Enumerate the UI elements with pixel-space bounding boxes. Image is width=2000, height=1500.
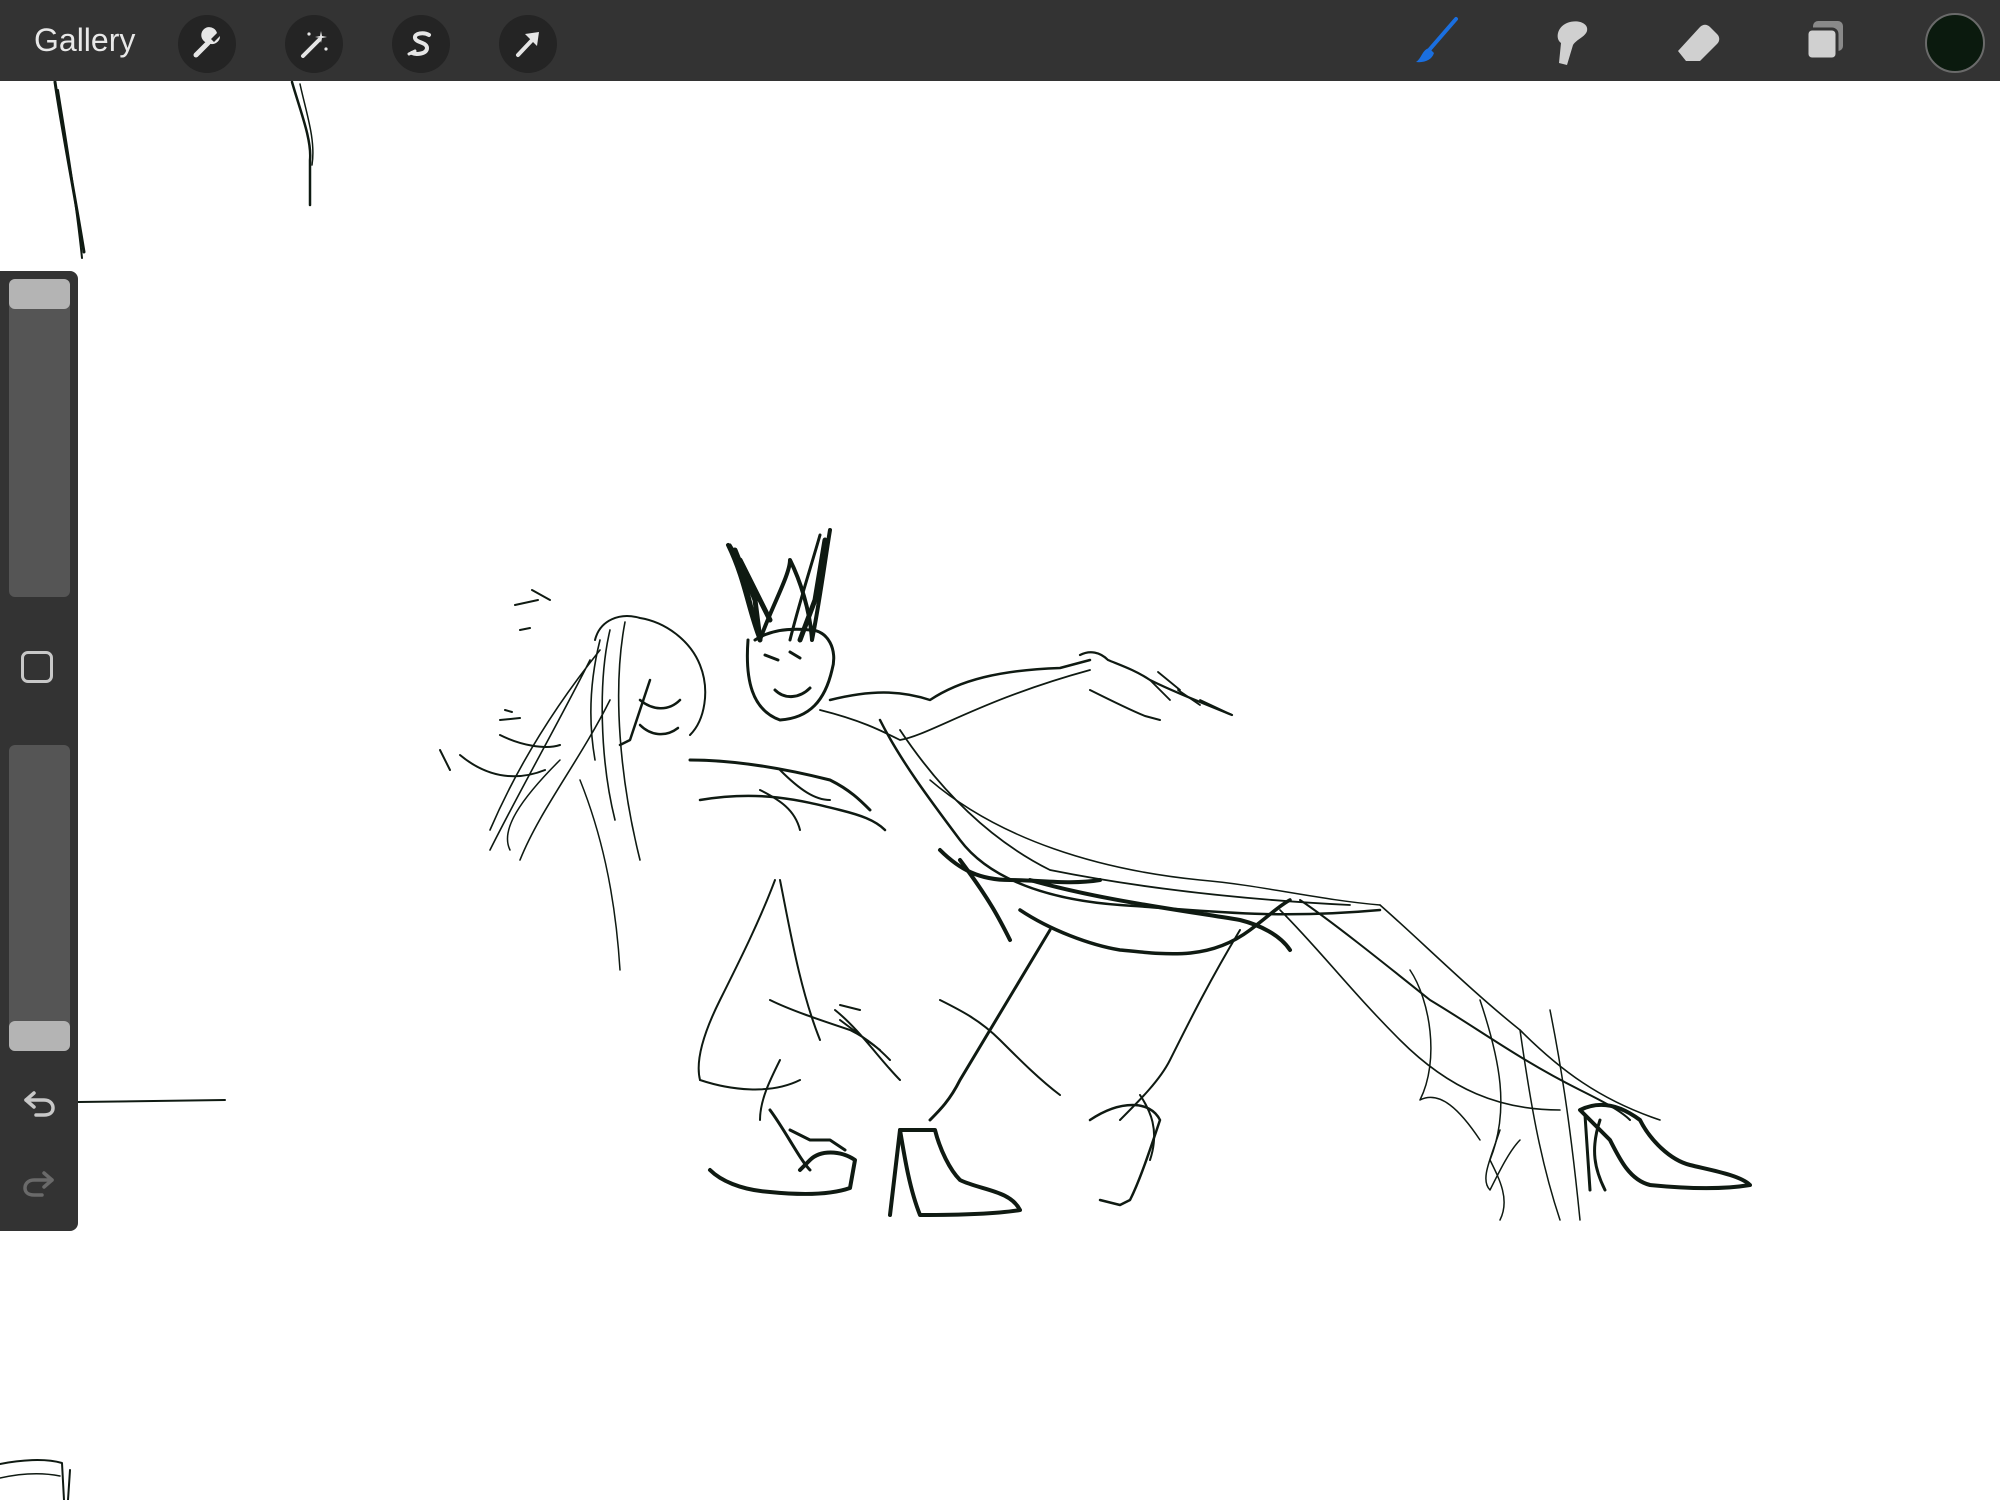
- modify-button-icon[interactable]: [21, 651, 53, 683]
- eraser-tool-button[interactable]: [1669, 12, 1727, 70]
- color-swatch-button[interactable]: [1925, 13, 1985, 73]
- drawing-canvas[interactable]: [0, 81, 2000, 1500]
- top-toolbar: Gallery: [0, 0, 2000, 81]
- brush-size-thumb[interactable]: [9, 279, 70, 309]
- brush-size-slider[interactable]: [9, 279, 70, 597]
- layers-button[interactable]: [1796, 12, 1854, 70]
- wrench-icon: [193, 27, 221, 58]
- selection-button[interactable]: [392, 15, 450, 73]
- smudge-tool-button[interactable]: [1538, 12, 1596, 70]
- magic-wand-icon: [301, 31, 328, 58]
- brush-sidebar: [0, 271, 78, 1231]
- smudge-icon: [1557, 21, 1588, 66]
- selection-icon: [407, 31, 431, 56]
- layers-icon: [1805, 21, 1843, 61]
- redo-icon[interactable]: [20, 1163, 58, 1201]
- actions-button[interactable]: [178, 15, 236, 73]
- transform-button[interactable]: [499, 15, 557, 73]
- eraser-icon: [1678, 24, 1720, 61]
- sketch-artwork: [0, 81, 1752, 1500]
- brush-tool-button[interactable]: [1409, 12, 1467, 70]
- transform-arrow-icon: [516, 32, 539, 57]
- gallery-button[interactable]: Gallery: [34, 18, 135, 62]
- opacity-thumb[interactable]: [9, 1021, 70, 1051]
- adjustments-button[interactable]: [285, 15, 343, 73]
- opacity-slider[interactable]: [9, 745, 70, 1051]
- undo-icon[interactable]: [20, 1083, 58, 1121]
- brush-icon: [1416, 17, 1458, 63]
